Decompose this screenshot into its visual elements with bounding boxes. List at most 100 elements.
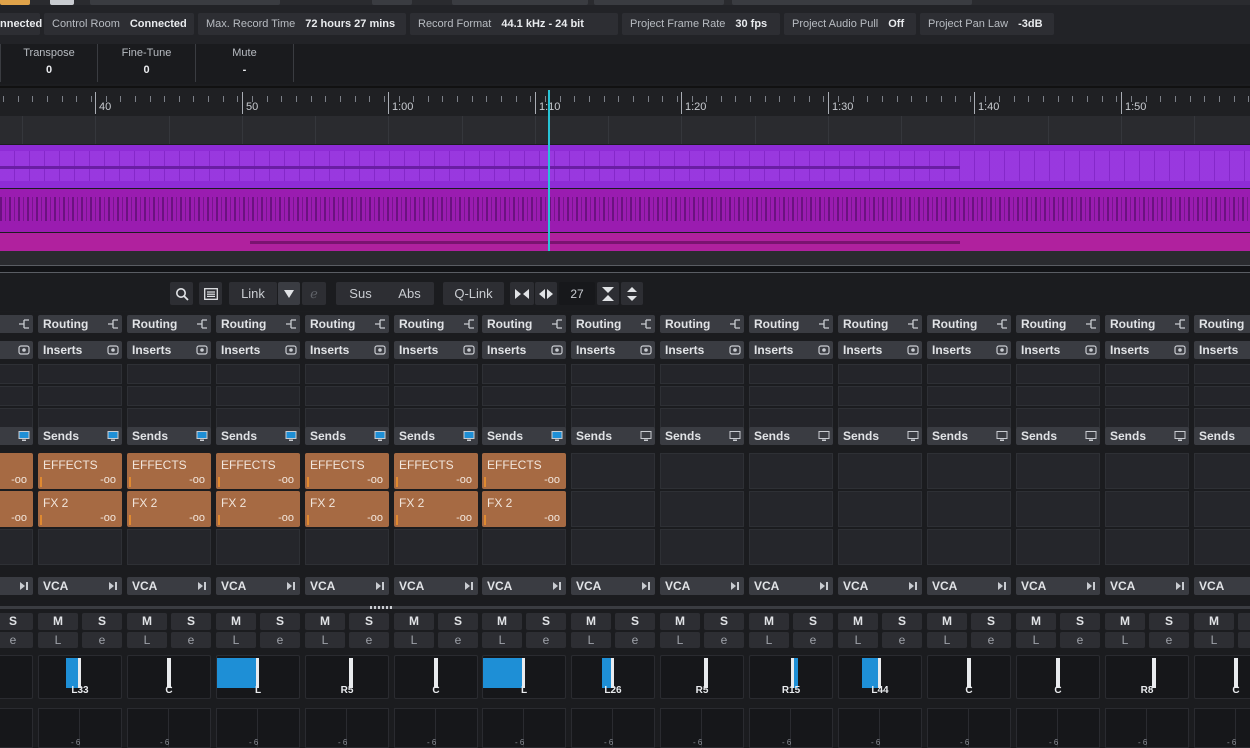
vca-header[interactable]: VCA	[482, 577, 566, 595]
send-slot[interactable]: EFFECTS -oo	[305, 453, 389, 489]
send-slot[interactable]: FX 2 -oo	[394, 491, 478, 527]
send-slot[interactable]	[660, 453, 744, 489]
insert-slot[interactable]	[660, 408, 744, 428]
inserts-header[interactable]: Inserts	[660, 341, 744, 359]
send-slot[interactable]	[127, 529, 211, 565]
info-field[interactable]: Fine-Tune 0	[98, 44, 196, 82]
solo-button[interactable]: S	[971, 613, 1011, 630]
status-item[interactable]: Project Frame Rate 30 fps	[622, 13, 780, 35]
send-slot[interactable]	[482, 529, 566, 565]
solo-button[interactable]: S	[1149, 613, 1189, 630]
listen-button[interactable]: L	[305, 632, 345, 648]
monitor-off-icon[interactable]	[729, 430, 741, 442]
pan-control[interactable]: C	[1016, 655, 1100, 699]
vca-header[interactable]: VCA	[0, 577, 33, 595]
mute-button[interactable]: M	[927, 613, 967, 630]
insert-slot[interactable]	[127, 364, 211, 384]
send-slot[interactable]: EFFECTS -oo	[127, 453, 211, 489]
volume-fader[interactable]: - 6	[394, 708, 478, 748]
routing-header[interactable]: Routing	[660, 315, 744, 333]
send-slot[interactable]	[838, 491, 922, 527]
send-slot[interactable]: FX 2 -oo	[305, 491, 389, 527]
playhead-cursor[interactable]	[548, 90, 550, 251]
send-slot[interactable]: EFFECTS -oo	[482, 453, 566, 489]
vca-header[interactable]: VCA	[1105, 577, 1189, 595]
insert-slot[interactable]	[571, 386, 655, 406]
zoom-height-button[interactable]	[621, 282, 643, 305]
send-slot[interactable]: EFFECTS -oo	[216, 453, 300, 489]
routing-header[interactable]: Routing	[838, 315, 922, 333]
routing-header[interactable]: Routing	[749, 315, 833, 333]
expand-channels-button[interactable]	[535, 282, 557, 305]
volume-fader[interactable]: - 6	[1016, 708, 1100, 748]
insert-slot[interactable]	[571, 408, 655, 428]
listen-button[interactable]: L	[571, 632, 611, 648]
vca-header[interactable]: VCA	[305, 577, 389, 595]
send-slot[interactable]	[1016, 529, 1100, 565]
edit-channel-button[interactable]: e	[1060, 632, 1100, 648]
sends-header[interactable]: Sends	[216, 427, 300, 445]
inserts-header[interactable]: Inserts	[127, 341, 211, 359]
status-item[interactable]: Max. Record Time 72 hours 27 mins	[198, 13, 406, 35]
vca-arrow-icon[interactable]	[1174, 580, 1186, 592]
monitor-icon[interactable]	[285, 430, 297, 442]
routing-icon[interactable]	[1174, 318, 1186, 330]
routing-header[interactable]: Routing	[927, 315, 1011, 333]
send-slot[interactable]	[660, 529, 744, 565]
sends-header[interactable]: Sends	[660, 427, 744, 445]
insert-slot[interactable]	[305, 364, 389, 384]
vca-header[interactable]: VCA	[1194, 577, 1250, 595]
insert-slot[interactable]	[216, 364, 300, 384]
sends-header[interactable]: Sends	[305, 427, 389, 445]
send-slot[interactable]	[749, 491, 833, 527]
monitor-off-icon[interactable]	[907, 430, 919, 442]
sus-button[interactable]: Sus	[349, 286, 371, 301]
routing-icon[interactable]	[374, 318, 386, 330]
inserts-header[interactable]: Inserts	[838, 341, 922, 359]
insert-slot[interactable]	[1016, 364, 1100, 384]
solo-button[interactable]: S	[793, 613, 833, 630]
monitor-off-icon[interactable]	[1085, 430, 1097, 442]
solo-button[interactable]: S	[171, 613, 211, 630]
send-slot[interactable]: FX 2 -oo	[482, 491, 566, 527]
routing-icon[interactable]	[196, 318, 208, 330]
listen-button[interactable]: L	[660, 632, 700, 648]
send-slot[interactable]	[838, 453, 922, 489]
pan-control[interactable]: L26	[571, 655, 655, 699]
pan-control[interactable]: C	[127, 655, 211, 699]
routing-icon[interactable]	[1085, 318, 1097, 330]
insert-slot[interactable]	[0, 364, 33, 384]
vca-header[interactable]: VCA	[38, 577, 122, 595]
mute-button[interactable]: M	[1016, 613, 1056, 630]
volume-fader[interactable]: - 6	[482, 708, 566, 748]
mute-button[interactable]: M	[38, 613, 78, 630]
link-dropdown-arrow[interactable]	[278, 282, 300, 305]
info-field[interactable]: Transpose 0	[0, 44, 98, 82]
edit-channel-button[interactable]: e	[526, 632, 566, 648]
routing-icon[interactable]	[640, 318, 652, 330]
routing-header[interactable]: Routing	[1105, 315, 1189, 333]
inserts-icon[interactable]	[18, 344, 30, 356]
send-slot[interactable]	[216, 529, 300, 565]
send-slot[interactable]	[1194, 453, 1250, 489]
inserts-header[interactable]: Inserts	[1016, 341, 1100, 359]
edit-channel-button[interactable]: e	[349, 632, 389, 648]
routing-header[interactable]: Routing	[0, 315, 33, 333]
routing-icon[interactable]	[996, 318, 1008, 330]
vca-arrow-icon[interactable]	[996, 580, 1008, 592]
volume-fader[interactable]: - 6	[1105, 708, 1189, 748]
sends-header[interactable]: Sends	[482, 427, 566, 445]
vca-header[interactable]: VCA	[216, 577, 300, 595]
qlink-button[interactable]: Q-Link	[443, 282, 504, 305]
vca-arrow-icon[interactable]	[285, 580, 297, 592]
routing-icon[interactable]	[18, 318, 30, 330]
send-slot[interactable]	[305, 529, 389, 565]
inserts-header[interactable]: Inserts	[216, 341, 300, 359]
inserts-icon[interactable]	[1085, 344, 1097, 356]
solo-button[interactable]: S	[349, 613, 389, 630]
vca-arrow-icon[interactable]	[907, 580, 919, 592]
routing-icon[interactable]	[907, 318, 919, 330]
solo-button[interactable]: S	[704, 613, 744, 630]
sends-header[interactable]: Sends	[127, 427, 211, 445]
send-slot[interactable]	[571, 453, 655, 489]
